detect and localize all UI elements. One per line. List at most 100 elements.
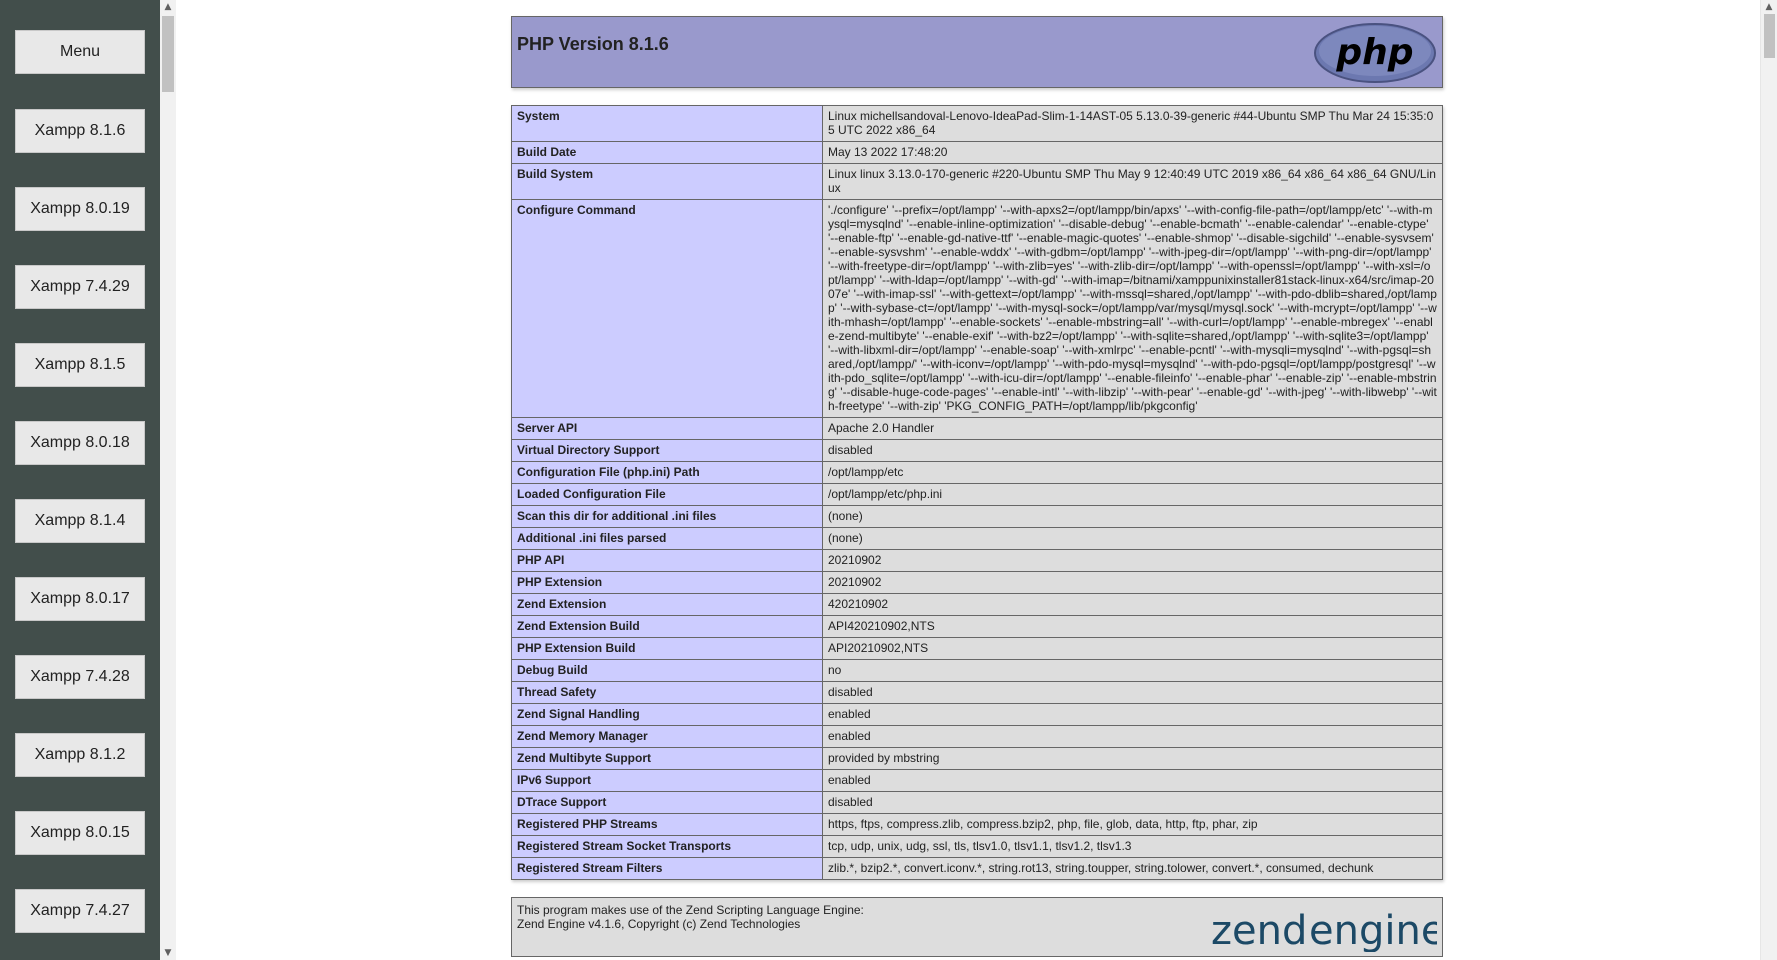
table-row: System Linux michellsandoval-Lenovo-IdeaP… [511, 105, 1443, 142]
table-row: Debug Build no [511, 659, 1443, 682]
phpinfo-content: PHP Version 8.1.6 php System Linux michel… [511, 16, 1443, 957]
sidebar-item-xampp-7-4-27[interactable]: Xampp 7.4.27 [15, 889, 145, 933]
menu-button[interactable]: Menu [15, 30, 145, 74]
sidebar-scrollbar[interactable]: ▲ ▼ [160, 0, 176, 960]
sidebar-item-xampp-8-1-4[interactable]: Xampp 8.1.4 [15, 499, 145, 543]
sidebar-item-xampp-8-0-18[interactable]: Xampp 8.0.18 [15, 421, 145, 465]
table-row: Configure Command './configure' '--prefix… [511, 199, 1443, 418]
sidebar-scroll-thumb[interactable] [162, 16, 174, 92]
zend-text-line-2: Zend Engine v4.1.6, Copyright (c) Zend T… [517, 917, 801, 931]
info-key: Configuration File (php.ini) Path [511, 461, 823, 484]
sidebar-menu: Menu Xampp 8.1.6 Xampp 8.0.19 Xampp 7.4.… [0, 0, 160, 960]
info-value: 20210902 [822, 571, 1443, 594]
table-row: Zend Extension Build API420210902,NTS [511, 615, 1443, 638]
table-row: Server API Apache 2.0 Handler [511, 417, 1443, 440]
info-value: Linux michellsandoval-Lenovo-IdeaPad-Sli… [822, 105, 1443, 142]
php-logo-icon: php [1314, 23, 1436, 83]
table-row: Loaded Configuration File/opt/lampp/etc/… [511, 483, 1443, 506]
sidebar-item-xampp-8-1-6[interactable]: Xampp 8.1.6 [15, 109, 145, 153]
table-row: Virtual Directory Support disabled [511, 439, 1443, 462]
info-key: Additional .ini files parsed [511, 527, 823, 550]
table-row: PHP API 20210902 [511, 549, 1443, 572]
info-value: (none) [822, 505, 1443, 528]
info-value: enabled [822, 769, 1443, 792]
zend-text-line-1: This program makes use of the Zend Scrip… [517, 903, 864, 917]
table-row: DTrace Support disabled [511, 791, 1443, 814]
info-key: PHP Extension Build [511, 637, 823, 660]
sidebar-item-xampp-8-0-17[interactable]: Xampp 8.0.17 [15, 577, 145, 621]
info-key: Debug Build [511, 659, 823, 682]
info-key: Zend Extension Build [511, 615, 823, 638]
sidebar-item-xampp-7-4-29[interactable]: Xampp 7.4.29 [15, 265, 145, 309]
scroll-up-arrow-icon[interactable]: ▲ [160, 0, 176, 14]
info-key: Build System [511, 163, 823, 200]
info-key: Zend Signal Handling [511, 703, 823, 726]
sidebar-item-xampp-8-1-2[interactable]: Xampp 8.1.2 [15, 733, 145, 777]
info-key: System [511, 105, 823, 142]
info-key: IPv6 Support [511, 769, 823, 792]
table-row: Build Date May 13 2022 17:48:20 [511, 141, 1443, 164]
info-key: Zend Multibyte Support [511, 747, 823, 770]
info-value: enabled [822, 703, 1443, 726]
info-value: May 13 2022 17:48:20 [822, 141, 1443, 164]
info-value: Apache 2.0 Handler [822, 417, 1443, 440]
table-row: Build System Linux linux 3.13.0-170-gener… [511, 163, 1443, 200]
info-key: Zend Memory Manager [511, 725, 823, 748]
table-row: Zend Extension 420210902 [511, 593, 1443, 616]
info-key: Build Date [511, 141, 823, 164]
table-row: Registered Stream Filters zlib.*, bzip2.*… [511, 857, 1443, 880]
table-row: PHP Extension 20210902 [511, 571, 1443, 594]
phpinfo-table: System Linux michellsandoval-Lenovo-IdeaP… [511, 105, 1443, 880]
info-value: no [822, 659, 1443, 682]
info-value: Linux linux 3.13.0-170-generic #220-Ubun… [822, 163, 1443, 200]
info-value: disabled [822, 791, 1443, 814]
zend-logo-text: zend [1211, 908, 1307, 952]
sidebar-item-xampp-7-4-28[interactable]: Xampp 7.4.28 [15, 655, 145, 699]
phpinfo-header: PHP Version 8.1.6 php [511, 16, 1443, 88]
info-key: Zend Extension [511, 593, 823, 616]
info-value: https, ftps, compress.zlib, compress.bzi… [822, 813, 1443, 836]
info-value: 420210902 [822, 593, 1443, 616]
info-key: PHP API [511, 549, 823, 572]
sidebar-item-xampp-8-1-5[interactable]: Xampp 8.1.5 [15, 343, 145, 387]
info-value: /opt/lampp/etc [822, 461, 1443, 484]
info-key: Thread Safety [511, 681, 823, 704]
info-value: zlib.*, bzip2.*, convert.iconv.*, string… [822, 857, 1443, 880]
table-row: Additional .ini files parsed (none) [511, 527, 1443, 550]
info-key: PHP Extension [511, 571, 823, 594]
zend-engine-box: This program makes use of the Zend Scrip… [511, 897, 1443, 957]
php-logo-text: php [1335, 32, 1413, 73]
table-row: Configuration File (php.ini) Path/opt/la… [511, 461, 1443, 484]
info-key: Scan this dir for additional .ini files [511, 505, 823, 528]
info-key: Loaded Configuration File [511, 483, 823, 506]
info-key: DTrace Support [511, 791, 823, 814]
info-value: 20210902 [822, 549, 1443, 572]
info-value: API20210902,NTS [822, 637, 1443, 660]
info-key: Server API [511, 417, 823, 440]
table-row: Registered PHP Streams https, ftps, compr… [511, 813, 1443, 836]
info-value: disabled [822, 681, 1443, 704]
info-key: Registered Stream Socket Transports [511, 835, 823, 858]
sidebar-item-xampp-8-0-19[interactable]: Xampp 8.0.19 [15, 187, 145, 231]
table-row: PHP Extension Build API20210902,NTS [511, 637, 1443, 660]
table-row: Thread Safety disabled [511, 681, 1443, 704]
info-key: Registered Stream Filters [511, 857, 823, 880]
info-value: (none) [822, 527, 1443, 550]
zend-engine-logo-icon: zend engine [1211, 908, 1437, 952]
info-key: Virtual Directory Support [511, 439, 823, 462]
page-scroll-up-arrow-icon[interactable]: ▲ [1761, 0, 1777, 14]
info-key: Registered PHP Streams [511, 813, 823, 836]
table-row: Registered Stream Socket Transports tcp, … [511, 835, 1443, 858]
page-scrollbar[interactable]: ▲ [1760, 0, 1777, 960]
sidebar-item-xampp-8-0-15[interactable]: Xampp 8.0.15 [15, 811, 145, 855]
table-row: Zend Multibyte Support provided by mbstri… [511, 747, 1443, 770]
zend-logo-text-2: engine [1309, 908, 1437, 952]
table-row: Scan this dir for additional .ini files(… [511, 505, 1443, 528]
scroll-down-arrow-icon[interactable]: ▼ [160, 946, 176, 960]
info-value: tcp, udp, unix, udg, ssl, tls, tlsv1.0, … [822, 835, 1443, 858]
info-value: disabled [822, 439, 1443, 462]
page-scroll-thumb[interactable] [1764, 14, 1775, 58]
info-value: /opt/lampp/etc/php.ini [822, 483, 1443, 506]
info-value: enabled [822, 725, 1443, 748]
table-row: Zend Signal Handling enabled [511, 703, 1443, 726]
